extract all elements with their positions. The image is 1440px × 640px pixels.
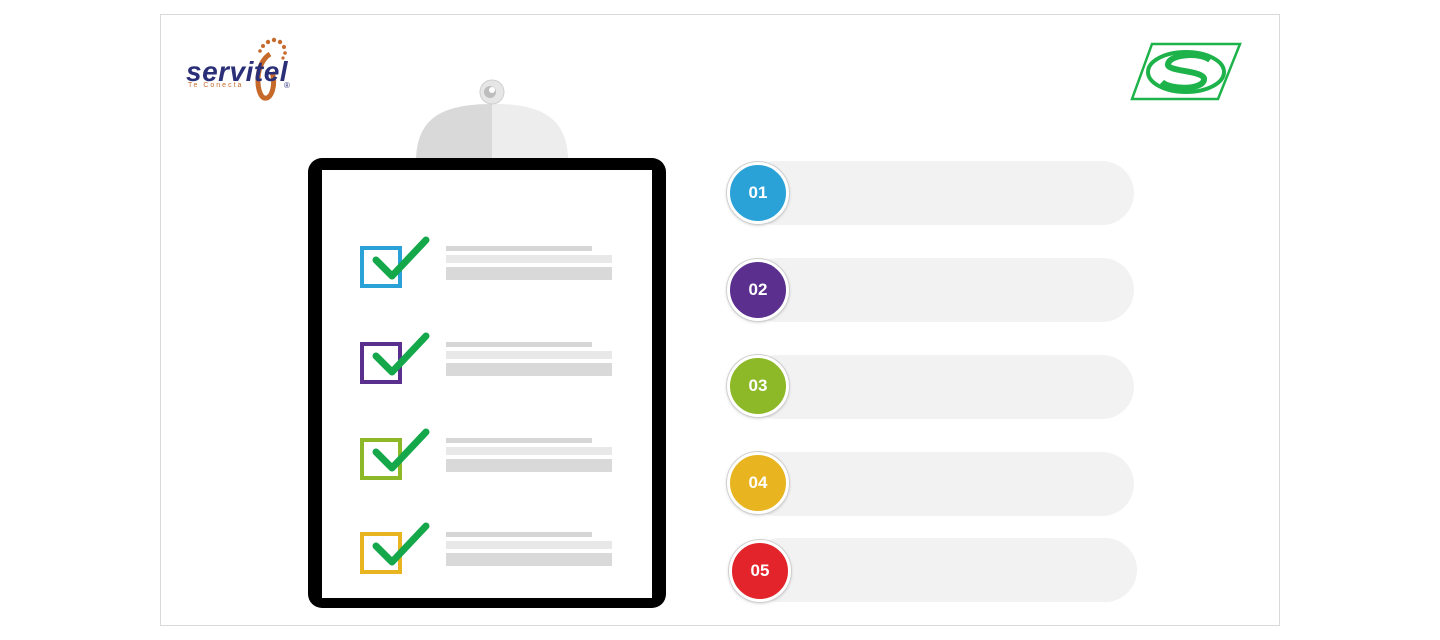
step-badge-1: 01 [727,162,789,224]
logo-tagline: Te Conecta [188,82,244,89]
text-placeholder-line [446,459,612,472]
checkmark-icon [372,332,430,376]
text-placeholder-line [446,447,612,455]
step-bar-4 [745,452,1134,516]
text-placeholder-line [446,363,612,376]
step-bar-2 [745,258,1134,322]
checkmark-icon [372,428,430,472]
text-placeholder-line [446,553,612,566]
step-badge-4: 04 [727,452,789,514]
step-badge-5: 05 [729,540,791,602]
checklist-item [358,428,628,488]
step-badge-3: 03 [727,355,789,417]
step-bar-3 [745,355,1134,419]
checkmark-icon [372,236,430,280]
text-placeholder-line [446,541,612,549]
servitel-logo: ® servitel Te Conecta [184,34,304,104]
checklist-item [358,236,628,296]
text-placeholder-line [446,532,592,537]
text-placeholder-line [446,342,592,347]
checkmark-icon [372,522,430,566]
checklist-item [358,332,628,392]
text-placeholder-line [446,255,612,263]
s-logo-icon [1130,42,1242,101]
s-brand-logo [1130,42,1242,107]
step-bar-5 [748,538,1137,602]
text-placeholder-line [446,438,592,443]
text-placeholder-line [446,267,612,280]
checklist-item [358,522,628,582]
step-bar-1 [745,161,1134,225]
text-placeholder-line [446,351,612,359]
text-placeholder-line [446,246,592,251]
step-badge-2: 02 [727,259,789,321]
